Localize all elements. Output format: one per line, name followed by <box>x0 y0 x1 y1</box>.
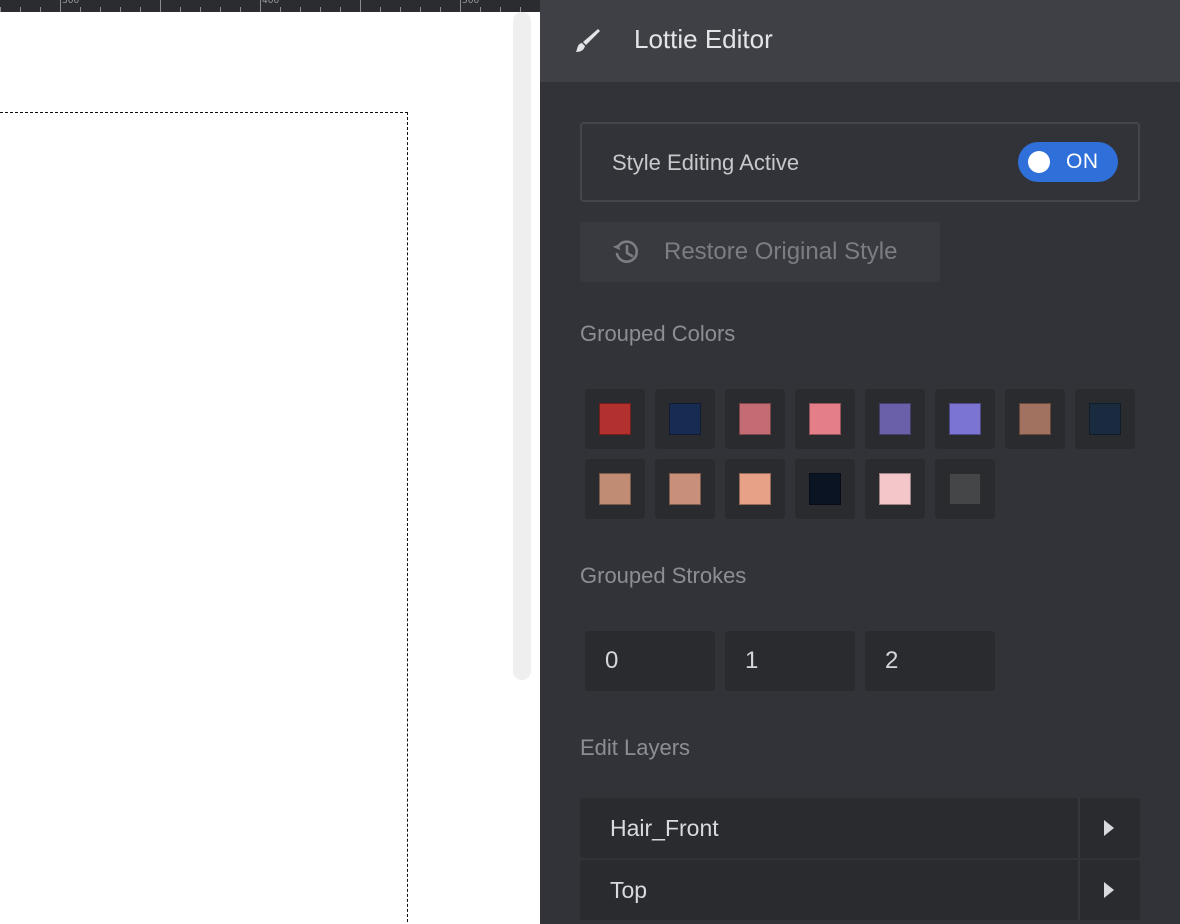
layer-divider <box>1078 860 1080 920</box>
color-swatch[interactable] <box>1005 389 1065 449</box>
panel-header: Lottie Editor <box>540 0 1180 82</box>
brush-icon <box>576 29 600 52</box>
style-editing-toggle[interactable]: ON <box>1018 142 1118 182</box>
color-swatch[interactable] <box>725 389 785 449</box>
ruler-tick <box>400 7 401 12</box>
ruler-label: 500 <box>462 0 480 6</box>
ruler-tick <box>440 7 441 12</box>
caret-right-icon[interactable] <box>1104 820 1114 836</box>
ruler-tick <box>140 7 141 12</box>
color-swatch[interactable] <box>585 389 645 449</box>
color-swatch-fill <box>809 403 841 435</box>
ruler-tick <box>300 7 301 12</box>
toggle-knob <box>1028 151 1050 173</box>
ruler-tick <box>0 7 1 12</box>
ruler-tick <box>220 7 221 12</box>
ruler-tick <box>420 7 421 12</box>
style-editing-box: Style Editing Active ON <box>580 122 1140 202</box>
color-swatch[interactable] <box>725 459 785 519</box>
ruler-tick <box>280 7 281 12</box>
ruler-tick <box>100 7 101 12</box>
layer-divider <box>1078 798 1080 858</box>
layer-row-hair-front[interactable]: Hair_Front <box>580 798 1140 858</box>
color-swatch[interactable] <box>795 459 855 519</box>
panel-title: Lottie Editor <box>634 24 773 54</box>
color-swatch[interactable] <box>935 389 995 449</box>
ruler-tick <box>60 0 61 12</box>
color-swatch[interactable] <box>865 459 925 519</box>
color-swatch[interactable] <box>655 389 715 449</box>
ruler-tick <box>260 0 261 12</box>
restore-button-label: Restore Original Style <box>664 238 898 265</box>
canvas-vertical-scrollbar[interactable] <box>513 12 531 680</box>
color-swatch[interactable] <box>655 459 715 519</box>
ruler-tick <box>480 7 481 12</box>
layer-row-top[interactable]: Top <box>580 860 1140 920</box>
color-swatch[interactable] <box>1075 389 1135 449</box>
color-swatch[interactable] <box>795 389 855 449</box>
ruler-tick <box>40 7 41 12</box>
color-swatch-fill <box>599 403 631 435</box>
color-swatch-fill <box>1019 403 1051 435</box>
color-swatch-fill <box>1089 403 1121 435</box>
style-editing-label: Style Editing Active <box>612 150 800 175</box>
color-swatch-fill <box>949 473 981 505</box>
horizontal-ruler: 300 400 500 <box>0 0 540 12</box>
ruler-tick <box>180 7 181 12</box>
color-swatch[interactable] <box>865 389 925 449</box>
ruler-tick <box>80 7 81 12</box>
canvas-area[interactable]: 300 400 500 <box>0 0 540 924</box>
caret-right-icon[interactable] <box>1104 882 1114 898</box>
color-swatch-fill <box>739 473 771 505</box>
restore-original-style-button[interactable]: Restore Original Style <box>580 222 940 282</box>
ruler-tick <box>360 0 361 12</box>
ruler-tick <box>340 7 341 12</box>
history-icon <box>612 240 639 263</box>
color-swatch-fill <box>949 403 981 435</box>
ruler-label: 300 <box>62 0 80 6</box>
ruler-tick <box>240 7 241 12</box>
color-swatch-fill <box>599 473 631 505</box>
lottie-editor-panel: Lottie Editor Style Editing Active ON Re… <box>540 0 1180 924</box>
grouped-colors-title: Grouped Colors <box>580 321 736 346</box>
ruler-tick <box>20 7 21 12</box>
stroke-width-field[interactable]: 2 <box>865 631 995 691</box>
ruler-label: 400 <box>262 0 280 6</box>
color-swatch[interactable] <box>935 459 995 519</box>
edit-layers-title: Edit Layers <box>580 735 691 760</box>
grouped-strokes-title: Grouped Strokes <box>580 563 747 588</box>
ruler-tick <box>160 0 161 12</box>
color-swatch-fill <box>809 473 841 505</box>
ruler-tick <box>500 7 501 12</box>
layer-name: Hair_Front <box>610 815 719 841</box>
ruler-tick <box>380 7 381 12</box>
color-swatch[interactable] <box>585 459 645 519</box>
ruler-tick <box>460 0 461 12</box>
stroke-width-field[interactable]: 0 <box>585 631 715 691</box>
layer-name: Top <box>610 877 648 903</box>
color-swatch-fill <box>879 403 911 435</box>
ruler-tick <box>200 7 201 12</box>
color-swatch-fill <box>739 403 771 435</box>
color-swatch-fill <box>879 473 911 505</box>
artboard-boundary[interactable] <box>0 112 408 924</box>
stroke-width-value: 0 <box>605 647 619 674</box>
stroke-width-value: 1 <box>745 647 759 674</box>
ruler-tick <box>120 7 121 12</box>
stroke-width-value: 2 <box>885 647 899 674</box>
ruler-tick <box>320 7 321 12</box>
color-swatch-fill <box>669 403 701 435</box>
stroke-width-field[interactable]: 1 <box>725 631 855 691</box>
color-swatch-fill <box>669 473 701 505</box>
toggle-state-label: ON <box>1066 150 1099 173</box>
